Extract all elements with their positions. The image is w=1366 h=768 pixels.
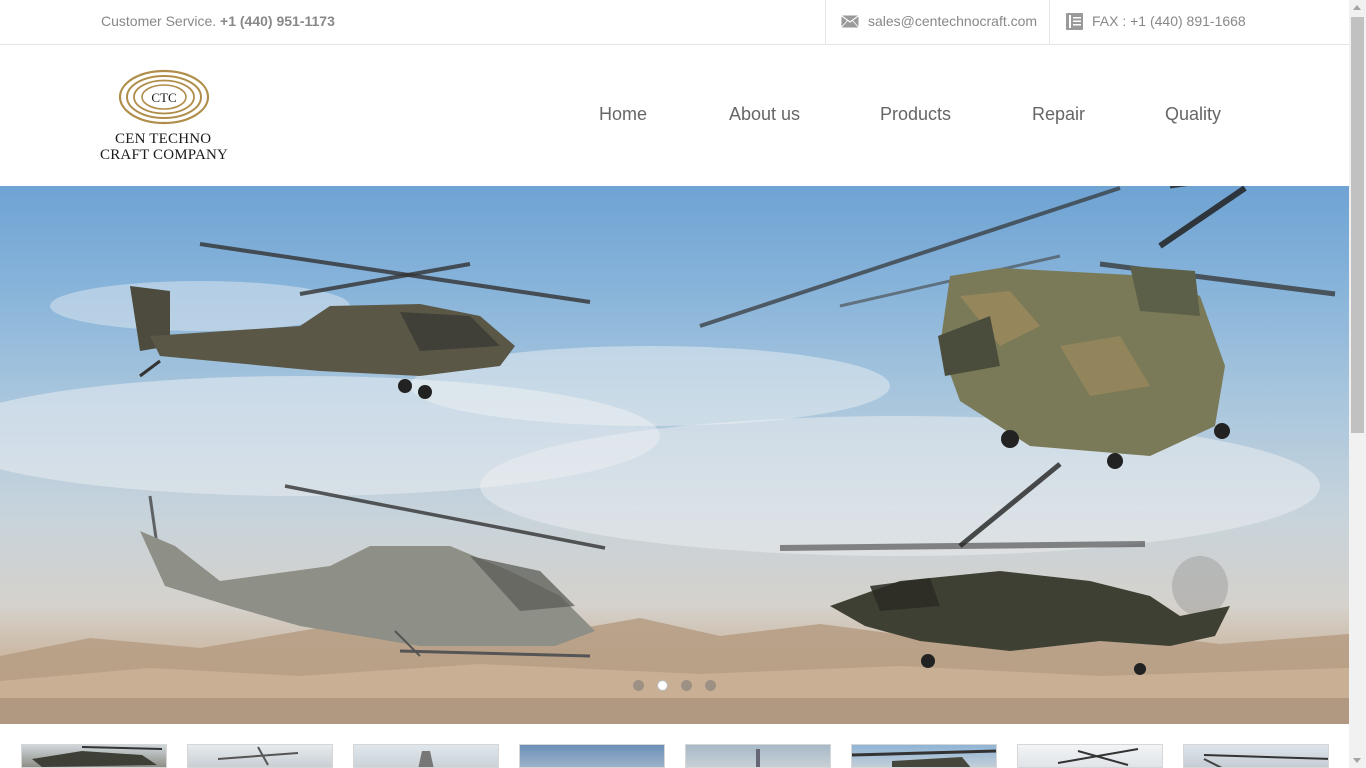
- fax-contact: FAX : +1 (440) 891-1668: [1050, 0, 1260, 44]
- email-contact[interactable]: sales@centechnocraft.com: [825, 0, 1050, 44]
- thumbnail-1[interactable]: [21, 744, 167, 768]
- nav-quality[interactable]: Quality: [1165, 104, 1221, 125]
- top-bar: Customer Service. +1 (440) 951-1173 sale…: [0, 0, 1349, 45]
- nav-about-us[interactable]: About us: [729, 104, 800, 125]
- fax-icon: [1065, 12, 1084, 31]
- slider-dot-1[interactable]: [633, 680, 644, 691]
- nav-home[interactable]: Home: [599, 104, 647, 125]
- scrollbar-thumb[interactable]: [1351, 17, 1364, 433]
- logo-line-2: CRAFT COMPANY: [100, 147, 229, 163]
- thumbnail-8[interactable]: [1183, 744, 1329, 768]
- slider-dot-4[interactable]: [705, 680, 716, 691]
- logo-emblem-text: CTC: [151, 90, 176, 105]
- page-scrollbar[interactable]: [1349, 0, 1366, 768]
- company-logo[interactable]: CTC CEN TECHNO CRAFT COMPANY: [100, 69, 232, 165]
- product-thumbnails: [0, 744, 1349, 768]
- thumbnail-5[interactable]: [685, 744, 831, 768]
- hero-slider[interactable]: [0, 186, 1349, 724]
- logo-line-1: CEN TECHNO: [115, 131, 212, 147]
- nav-repair[interactable]: Repair: [1032, 104, 1085, 125]
- email-link[interactable]: sales@centechnocraft.com: [868, 13, 1037, 29]
- customer-service-label: Customer Service.: [101, 13, 217, 29]
- slider-dot-3[interactable]: [681, 680, 692, 691]
- scroll-down-icon[interactable]: [1353, 758, 1361, 763]
- customer-service-phone[interactable]: +1 (440) 951-1173: [220, 13, 335, 29]
- hero-slide-image: [0, 186, 1349, 724]
- customer-service: Customer Service. +1 (440) 951-1173: [101, 13, 335, 29]
- thumbnail-2[interactable]: [187, 744, 333, 768]
- scroll-up-icon[interactable]: [1353, 5, 1361, 10]
- logo-emblem: CTC: [118, 69, 210, 125]
- site-header: CTC CEN TECHNO CRAFT COMPANY Home About …: [0, 45, 1349, 186]
- fax-number: FAX : +1 (440) 891-1668: [1092, 13, 1246, 29]
- slider-dot-2[interactable]: [657, 680, 668, 691]
- thumbnail-6[interactable]: [851, 744, 997, 768]
- thumbnail-3[interactable]: [353, 744, 499, 768]
- thumbnail-4[interactable]: [519, 744, 665, 768]
- mail-icon: [841, 15, 859, 28]
- nav-products[interactable]: Products: [880, 104, 951, 125]
- thumbnail-7[interactable]: [1017, 744, 1163, 768]
